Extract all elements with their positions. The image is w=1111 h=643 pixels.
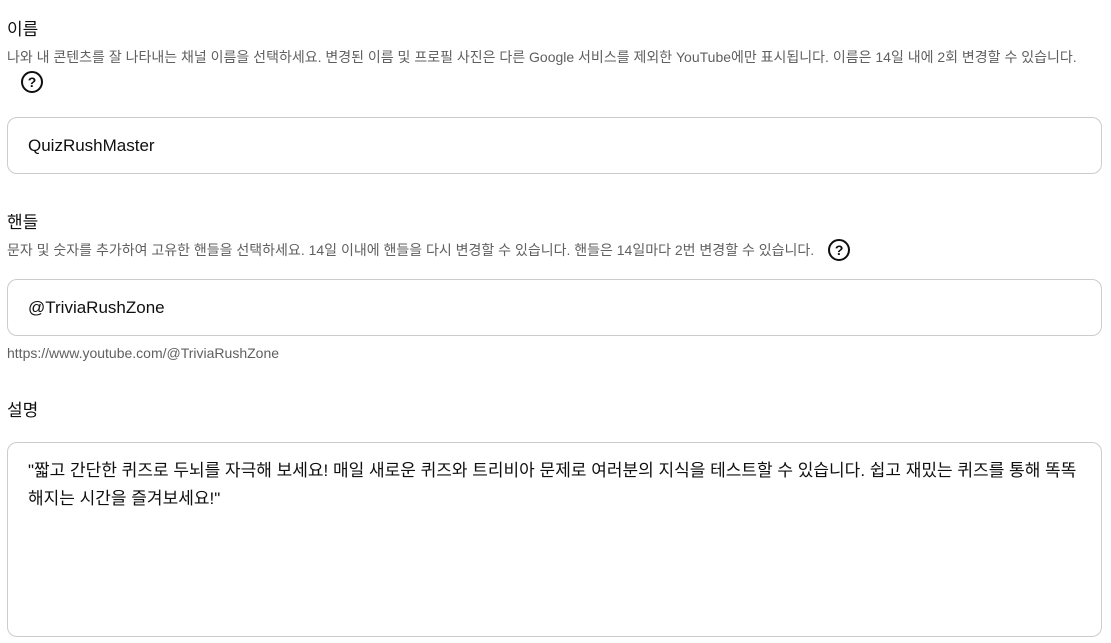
description-textarea[interactable]: "짧고 간단한 퀴즈로 두뇌를 자극해 보세요! 매일 새로운 퀴즈와 트리비아… xyxy=(8,443,1101,636)
channel-basic-info-page: 이름 나와 내 콘텐츠를 잘 나타내는 채널 이름을 선택하세요. 변경된 이름… xyxy=(0,0,1111,643)
description-field[interactable]: "짧고 간단한 퀴즈로 두뇌를 자극해 보세요! 매일 새로운 퀴즈와 트리비아… xyxy=(7,442,1102,637)
handle-description-text: 문자 및 숫자를 추가하여 고유한 핸들을 선택하세요. 14일 이내에 핸들을… xyxy=(7,242,815,258)
name-section: 이름 나와 내 콘텐츠를 잘 나타내는 채널 이름을 선택하세요. 변경된 이름… xyxy=(7,19,1102,95)
name-input[interactable] xyxy=(8,118,1101,173)
name-description: 나와 내 콘텐츠를 잘 나타내는 채널 이름을 선택하세요. 변경된 이름 및 … xyxy=(7,45,1102,95)
description-section: 설명 xyxy=(7,400,1102,422)
name-field[interactable] xyxy=(7,117,1102,174)
handle-url: https://www.youtube.com/@TriviaRushZone xyxy=(7,345,280,361)
name-description-text: 나와 내 콘텐츠를 잘 나타내는 채널 이름을 선택하세요. 변경된 이름 및 … xyxy=(7,49,1077,65)
handle-title: 핸들 xyxy=(7,213,39,232)
name-title: 이름 xyxy=(7,20,39,39)
help-circle-icon[interactable]: ? xyxy=(21,71,43,94)
help-circle-icon[interactable]: ? xyxy=(828,239,851,262)
handle-input[interactable] xyxy=(8,280,1101,335)
handle-field[interactable] xyxy=(7,279,1102,336)
description-title: 설명 xyxy=(7,401,39,420)
handle-description: 문자 및 숫자를 추가하여 고유한 핸들을 선택하세요. 14일 이내에 핸들을… xyxy=(7,238,1102,263)
handle-section: 핸들 문자 및 숫자를 추가하여 고유한 핸들을 선택하세요. 14일 이내에 … xyxy=(7,212,1102,263)
